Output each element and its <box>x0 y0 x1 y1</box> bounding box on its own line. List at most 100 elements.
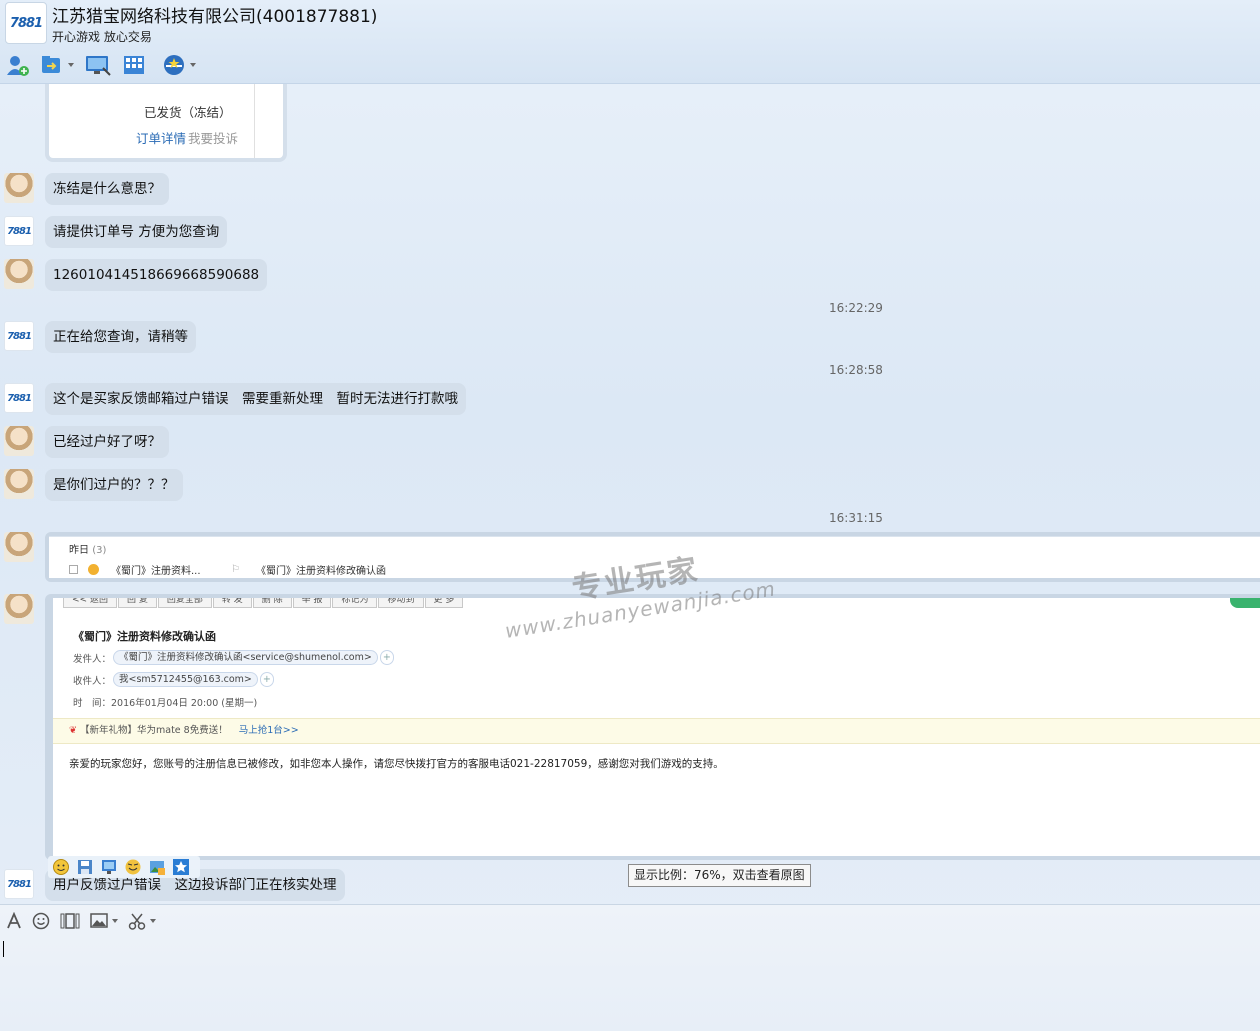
image-message[interactable]: 昨日 (3) 《蜀门》注册资料... ⚐ 《蜀门》注册资料修改确认函 <box>45 532 1260 582</box>
mail-button: << 返回 <box>63 598 117 608</box>
to-chip: 我<sm5712455@163.com> <box>113 672 258 687</box>
order-status: 已发货（冻结） <box>144 105 232 120</box>
mail-sender: 《蜀门》注册资料... <box>111 566 201 577</box>
mail-count: (3) <box>92 545 107 556</box>
time-label: 时 间： <box>73 698 112 709</box>
from-chip: 《蜀门》注册资料修改确认函<service@shumenol.com> <box>113 650 378 665</box>
avatar-service[interactable]: 7881 <box>4 321 34 351</box>
image-icon <box>90 913 108 928</box>
save-icon[interactable] <box>76 858 94 876</box>
company-logo: 7881 <box>5 2 47 44</box>
add-contact-button[interactable] <box>4 53 30 77</box>
send-file-icon <box>42 56 60 73</box>
mail-view-screenshot: << 返回 回 复 回复全部 转 发 删 除 举 报 标记为 移动到 更 多 《… <box>53 598 1260 856</box>
emoji-icon <box>32 912 50 930</box>
sticker-icon[interactable] <box>124 858 142 876</box>
avatar-user[interactable] <box>4 594 34 624</box>
avatar-logo-text: 7881 <box>7 330 32 342</box>
date-label: 昨日 <box>69 545 89 556</box>
video-icon <box>60 913 80 929</box>
message-bubble: 这个是买家反馈邮箱过户错误 需要重新处理 暂时无法进行打款哦 <box>45 383 466 415</box>
message-input-area[interactable] <box>0 904 1260 1031</box>
image-edit-icon[interactable] <box>148 858 166 876</box>
mail-button: 删 除 <box>252 598 292 608</box>
avatar-service[interactable]: 7881 <box>4 869 34 899</box>
divider <box>254 84 255 158</box>
avatar-user[interactable] <box>4 173 34 203</box>
message-bubble: 是你们过户的？？？ <box>45 469 183 501</box>
avatar-service[interactable]: 7881 <box>4 383 34 413</box>
timestamp: 16:31:15 <box>829 511 883 525</box>
checkbox-icon <box>69 565 78 574</box>
app-grid-icon <box>124 56 144 74</box>
image-quick-actions <box>48 856 200 878</box>
image-message[interactable]: << 返回 回 复 回复全部 转 发 删 除 举 报 标记为 移动到 更 多 《… <box>45 594 1260 860</box>
monitor-icon[interactable] <box>100 858 118 876</box>
remote-desktop-icon <box>86 56 111 76</box>
font-button[interactable] <box>6 912 22 930</box>
message-bubble: 126010414518669668590688 <box>45 259 268 291</box>
avatar-logo-text: 7881 <box>7 225 32 237</box>
window-header: 7881 江苏猎宝网络科技有限公司(4001877881) 开心游戏 放心交易 <box>0 0 1260 84</box>
mail-button: 更 多 <box>424 598 464 608</box>
timestamp: 16:22:29 <box>829 301 883 315</box>
flag-icon: ⚐ <box>231 564 240 575</box>
unread-icon <box>88 564 99 575</box>
chevron-down-icon <box>68 63 74 67</box>
video-button[interactable] <box>60 912 80 930</box>
mail-list-screenshot: 昨日 (3) 《蜀门》注册资料... ⚐ 《蜀门》注册资料修改确认函 <box>49 536 1260 578</box>
emoji-add-icon[interactable] <box>52 858 70 876</box>
avatar-logo-text: 7881 <box>7 392 32 404</box>
zoom-tooltip: 显示比例：76%，双击查看原图 <box>628 864 811 887</box>
chevron-down-icon <box>150 919 156 923</box>
input-toolbar <box>6 911 166 931</box>
mail-toolbar: << 返回 回 复 回复全部 转 发 删 除 举 报 标记为 移动到 更 多 <box>63 598 464 608</box>
mail-button: 标记为 <box>332 598 378 608</box>
logo-text: 7881 <box>9 15 43 31</box>
emoji-button[interactable] <box>32 912 50 930</box>
mail-button: 回复全部 <box>157 598 212 608</box>
avatar-user[interactable] <box>4 469 34 499</box>
avatar-user[interactable] <box>4 532 34 562</box>
send-file-button[interactable] <box>40 53 74 77</box>
mail-time: 2016年01月04日 20:00 (星期一) <box>111 698 258 709</box>
message-bubble: 已经过户好了呀？ <box>45 426 169 458</box>
message-bubble: 正在给您查询，请稍等 <box>45 321 196 353</box>
message-bubble: 冻结是什么意思？ <box>45 173 169 205</box>
order-card: 已发货（冻结） 订单详情 我要投诉 <box>45 84 287 162</box>
plus-icon: + <box>259 672 274 687</box>
chat-history[interactable]: 已发货（冻结） 订单详情 我要投诉 冻结是什么意思？ 7881 请提供订单号 方… <box>0 84 1260 904</box>
screenshot-button[interactable] <box>128 912 156 930</box>
service-badge-button[interactable] <box>162 53 196 77</box>
promo-text: 【新年礼物】华为mate 8免费送！ <box>80 725 228 736</box>
mail-button: 移动到 <box>378 598 424 608</box>
app-grid-button[interactable] <box>122 53 146 77</box>
chevron-down-icon <box>190 63 196 67</box>
screenshot-icon <box>128 913 146 930</box>
window-subtitle: 开心游戏 放心交易 <box>52 30 152 44</box>
avatar-user[interactable] <box>4 426 34 456</box>
complain-link[interactable]: 我要投诉 <box>188 128 238 147</box>
mail-body: 亲爱的玩家您好，您账号的注册信息已被修改，如非您本人操作，请您尽快拨打官方的客服… <box>69 758 724 770</box>
avatar-user[interactable] <box>4 259 34 289</box>
chevron-down-icon <box>112 919 118 923</box>
message-bubble: 请提供订单号 方便为您查询 <box>45 216 228 248</box>
add-contact-icon <box>7 56 29 76</box>
remote-desktop-button[interactable] <box>84 53 112 77</box>
green-tab <box>1230 598 1260 608</box>
image-button[interactable] <box>90 913 118 929</box>
mail-button: 转 发 <box>212 598 252 608</box>
avatar-logo-text: 7881 <box>7 878 32 890</box>
favorite-icon[interactable] <box>172 858 190 876</box>
mail-subject-title: 《蜀门》注册资料修改确认函 <box>73 630 216 643</box>
promo-banner: ❦ 【新年礼物】华为mate 8免费送！ 马上抢1台>> <box>53 718 1260 744</box>
window-title: 江苏猎宝网络科技有限公司(4001877881) <box>52 7 378 27</box>
header-toolbar <box>0 52 206 78</box>
order-detail-link[interactable]: 订单详情 <box>136 128 186 147</box>
font-icon <box>7 912 21 929</box>
to-label: 收件人： <box>73 675 112 687</box>
promo-link: 马上抢1台>> <box>238 725 299 736</box>
service-badge-icon <box>164 55 184 75</box>
mail-subject: 《蜀门》注册资料修改确认函 <box>255 566 386 577</box>
avatar-service[interactable]: 7881 <box>4 216 34 246</box>
